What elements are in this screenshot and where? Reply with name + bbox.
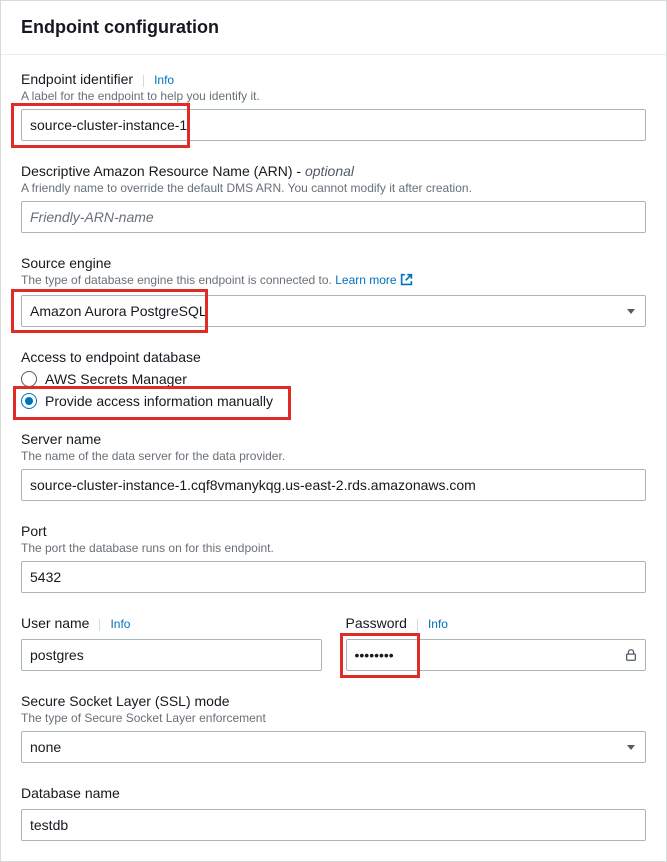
info-link-user[interactable]: Info bbox=[99, 617, 130, 631]
row-user-password: User name Info Password Info bbox=[21, 615, 646, 671]
radio-manual-access[interactable]: Provide access information manually bbox=[21, 393, 646, 409]
field-port: Port The port the database runs on for t… bbox=[21, 523, 646, 593]
panel-header: Endpoint configuration bbox=[1, 1, 666, 55]
select-source-engine[interactable]: Amazon Aurora PostgreSQL bbox=[21, 295, 646, 327]
panel-body: Endpoint identifier Info A label for the… bbox=[1, 55, 666, 861]
label-password: Password bbox=[346, 615, 407, 631]
panel-title: Endpoint configuration bbox=[21, 17, 646, 38]
label-ssl-mode: Secure Socket Layer (SSL) mode bbox=[21, 693, 230, 709]
input-user-name[interactable] bbox=[21, 639, 322, 671]
radio-secrets-manager[interactable]: AWS Secrets Manager bbox=[21, 371, 646, 387]
label-source-engine: Source engine bbox=[21, 255, 111, 271]
learn-more-link[interactable]: Learn more bbox=[335, 273, 413, 287]
input-server-name[interactable] bbox=[21, 469, 646, 501]
field-database-name: Database name bbox=[21, 785, 646, 841]
label-arn: Descriptive Amazon Resource Name (ARN) -… bbox=[21, 163, 354, 179]
chevron-down-icon bbox=[627, 745, 635, 750]
field-endpoint-identifier: Endpoint identifier Info A label for the… bbox=[21, 71, 646, 141]
field-password: Password Info bbox=[346, 615, 647, 671]
label-endpoint-identifier: Endpoint identifier bbox=[21, 71, 133, 87]
hint-endpoint-identifier: A label for the endpoint to help you ide… bbox=[21, 89, 646, 103]
chevron-down-icon bbox=[627, 309, 635, 314]
hint-source-engine: The type of database engine this endpoin… bbox=[21, 273, 646, 289]
input-endpoint-identifier[interactable] bbox=[21, 109, 646, 141]
label-user-name: User name bbox=[21, 615, 89, 631]
label-access: Access to endpoint database bbox=[21, 349, 201, 365]
input-password[interactable] bbox=[346, 639, 647, 671]
select-ssl-mode[interactable]: none bbox=[21, 731, 646, 763]
label-port: Port bbox=[21, 523, 47, 539]
external-link-icon bbox=[400, 273, 413, 289]
field-access: Access to endpoint database AWS Secrets … bbox=[21, 349, 646, 409]
label-database-name: Database name bbox=[21, 785, 120, 801]
hint-arn: A friendly name to override the default … bbox=[21, 181, 646, 195]
lock-icon[interactable] bbox=[620, 644, 642, 666]
info-link-password[interactable]: Info bbox=[417, 617, 448, 631]
endpoint-config-panel: Endpoint configuration Endpoint identifi… bbox=[0, 0, 667, 862]
hint-port: The port the database runs on for this e… bbox=[21, 541, 646, 555]
hint-server-name: The name of the data server for the data… bbox=[21, 449, 646, 463]
input-port[interactable] bbox=[21, 561, 646, 593]
input-arn[interactable] bbox=[21, 201, 646, 233]
label-server-name: Server name bbox=[21, 431, 101, 447]
info-link-identifier[interactable]: Info bbox=[143, 73, 174, 87]
field-server-name: Server name The name of the data server … bbox=[21, 431, 646, 501]
field-user-name: User name Info bbox=[21, 615, 322, 671]
radio-button-icon bbox=[21, 371, 37, 387]
field-source-engine: Source engine The type of database engin… bbox=[21, 255, 646, 327]
input-database-name[interactable] bbox=[21, 809, 646, 841]
hint-ssl-mode: The type of Secure Socket Layer enforcem… bbox=[21, 711, 646, 725]
radio-button-checked-icon bbox=[21, 393, 37, 409]
field-arn: Descriptive Amazon Resource Name (ARN) -… bbox=[21, 163, 646, 233]
